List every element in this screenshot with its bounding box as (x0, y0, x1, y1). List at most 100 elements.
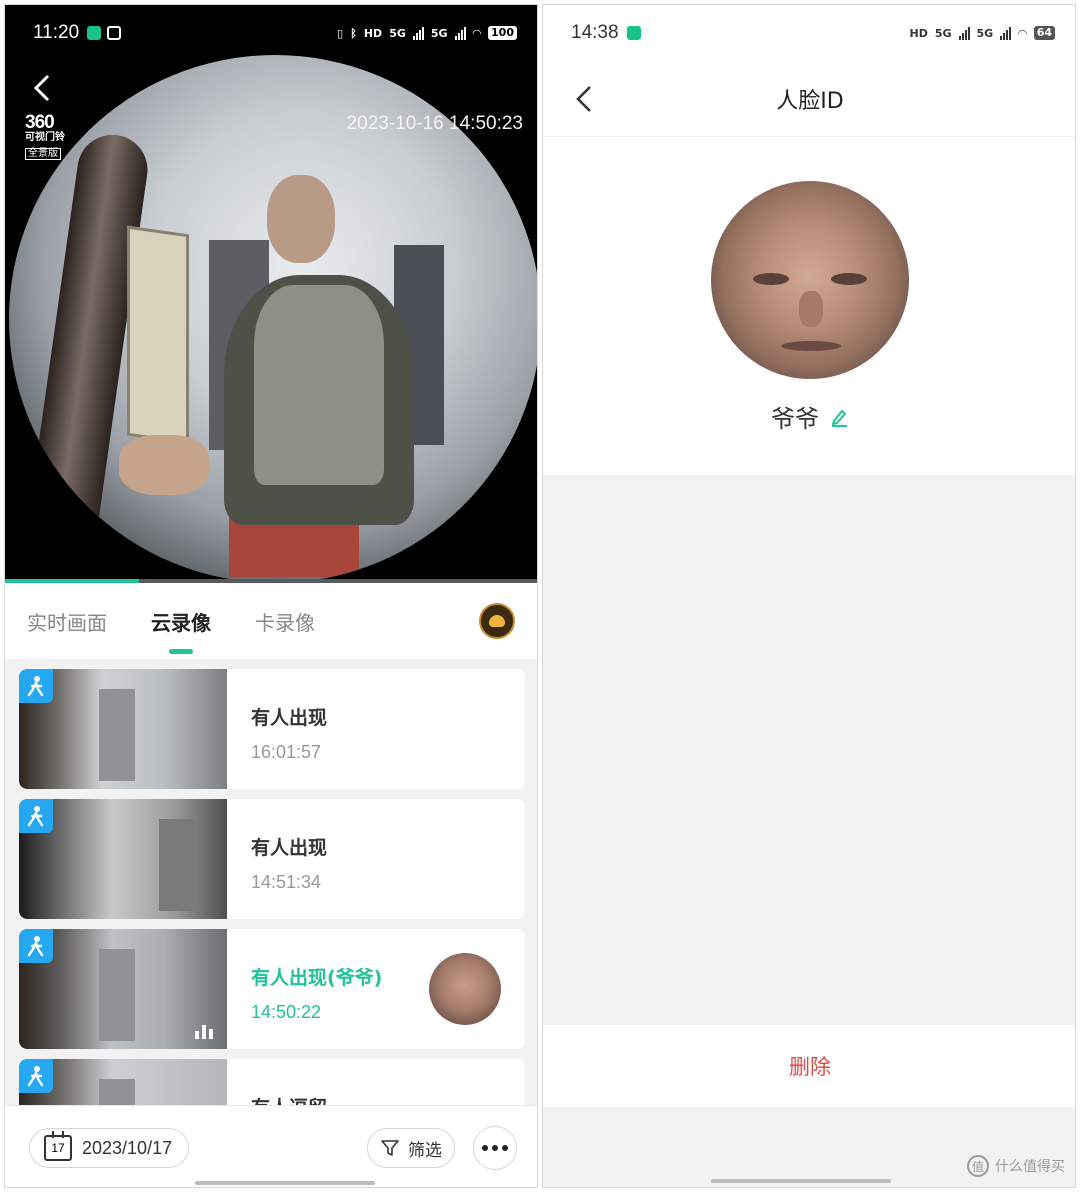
thumbnail-door (159, 819, 195, 911)
hd-label: HD (909, 26, 928, 40)
event-thumbnail (19, 1059, 227, 1105)
event-thumbnail (19, 799, 227, 919)
person-hand (119, 435, 209, 495)
watermark: 值 什么值得买 (967, 1155, 1065, 1177)
face-name: 爷爷 (771, 405, 819, 433)
status-time: 14:38 (571, 22, 619, 43)
event-title: 有人出现 (251, 707, 328, 729)
event-card[interactable]: 有人出现 16:01:57 (19, 669, 525, 789)
left-door (127, 225, 189, 445)
more-options-button[interactable] (473, 1126, 517, 1170)
thumbnail-door (99, 1079, 135, 1105)
calendar-icon: 17 (44, 1131, 72, 1161)
thumbnail-door (99, 689, 135, 781)
status-icons: ▯ ᛒ HD 5G 5G ◠ 100 (337, 26, 517, 40)
event-card[interactable]: 有人逗留 (19, 1059, 525, 1105)
status-icons: HD 5G 5G ◠ 64 (909, 26, 1055, 40)
event-time: 16:01:57 (251, 742, 322, 762)
face-profile-section: 14:38 HD 5G 5G ◠ 64 人脸ID 爷爷 (543, 5, 1075, 475)
person-motion-icon (19, 1059, 53, 1093)
tab-cloud-recording[interactable]: 云录像 (151, 607, 211, 654)
audio-bars-icon (195, 1025, 213, 1039)
chevron-left-icon (576, 86, 591, 112)
event-list[interactable]: 有人出现 16:01:57 有人出现 14:51:34 有人出现(爷爷) 14:… (5, 659, 537, 1105)
person-motion-icon (19, 929, 53, 963)
more-dot-icon (492, 1145, 498, 1151)
signal-1-icon (412, 26, 424, 40)
video-player[interactable]: 11:20 ▯ ᛒ HD 5G 5G ◠ 100 360 可视门铃 全景版 20… (5, 5, 537, 583)
person-motion-icon (19, 669, 53, 703)
filter-label: 筛选 (408, 1140, 442, 1161)
signal-2-icon (1000, 26, 1012, 40)
back-button[interactable] (27, 71, 57, 105)
person-head (267, 175, 335, 263)
door-mat (229, 517, 359, 577)
status-time: 11:20 (33, 22, 80, 43)
event-title: 有人逗留 (251, 1093, 327, 1105)
wifi-icon: ◠ (1018, 26, 1027, 40)
bottom-toolbar: 17 2023/10/17 筛选 (5, 1105, 537, 1187)
status-bar: 11:20 ▯ ᛒ HD 5G 5G ◠ 100 (5, 5, 537, 61)
wifi-icon: ◠ (472, 26, 482, 40)
status-bar: 14:38 HD 5G 5G ◠ 64 (543, 5, 1075, 61)
face-name-row: 爷爷 (543, 399, 1075, 434)
event-title: 有人出现(爷爷) (251, 967, 383, 989)
logo-number: 360 (25, 112, 55, 133)
watermark-text: 什么值得买 (995, 1159, 1065, 1175)
battery-icon: 100 (488, 26, 517, 40)
filter-button[interactable]: 筛选 (367, 1128, 455, 1168)
left-phone-screen: 11:20 ▯ ᛒ HD 5G 5G ◠ 100 360 可视门铃 全景版 20… (4, 4, 538, 1188)
event-thumbnail (19, 669, 227, 789)
vibrate-icon: ▯ (337, 26, 344, 40)
logo-tag: 全景版 (25, 148, 61, 160)
home-indicator[interactable] (711, 1179, 891, 1183)
event-card[interactable]: 有人出现 14:51:34 (19, 799, 525, 919)
event-time: 14:50:22 (251, 1002, 322, 1022)
app-notification-icon (87, 26, 102, 40)
hd-label: HD (363, 26, 383, 40)
bluetooth-icon: ᛒ (350, 26, 357, 40)
signal-1-label: 5G (389, 26, 406, 40)
logo-subtitle: 可视门铃 (25, 132, 65, 143)
edit-pencil-icon[interactable] (829, 407, 849, 427)
page-header: 人脸ID (543, 61, 1075, 137)
signal-2-label: 5G (976, 26, 994, 40)
event-thumbnail (19, 929, 227, 1049)
thumbnail-door (99, 949, 135, 1041)
event-card-highlighted[interactable]: 有人出现(爷爷) 14:50:22 (19, 929, 525, 1049)
back-button[interactable] (569, 79, 599, 119)
face-eye-left (753, 273, 789, 285)
signal-2-label: 5G (430, 26, 448, 40)
app-notification-icon (626, 26, 641, 40)
face-photo (711, 181, 909, 379)
face-eye-right (831, 273, 867, 285)
face-mouth (781, 341, 841, 351)
signal-1-label: 5G (934, 26, 952, 40)
message-notification-icon (107, 26, 122, 40)
brand-logo: 360 可视门铃 全景版 (25, 113, 77, 160)
tab-live-view[interactable]: 实时画面 (27, 607, 107, 636)
video-timestamp: 2023-10-16 14:50:23 (346, 113, 523, 134)
filter-icon (381, 1140, 399, 1156)
delete-button[interactable]: 删除 (543, 1025, 1075, 1107)
page-title: 人脸ID (776, 88, 844, 114)
delete-label: 删除 (789, 1055, 831, 1079)
watermark-logo: 值 (967, 1155, 989, 1177)
tab-card-recording[interactable]: 卡录像 (255, 607, 315, 636)
more-dot-icon (482, 1145, 488, 1151)
signal-2-icon (454, 26, 466, 40)
tab-bar: 实时画面 云录像 卡录像 (5, 583, 537, 659)
more-dot-icon (502, 1145, 508, 1151)
right-phone-screen: 14:38 HD 5G 5G ◠ 64 人脸ID 爷爷 删除 值 什么值得买 (542, 4, 1076, 1188)
event-info: 有人逗留 (227, 1059, 327, 1105)
event-info: 有人出现 16:01:57 (227, 669, 327, 789)
person-vest (254, 285, 384, 485)
event-title: 有人出现 (251, 837, 328, 859)
home-indicator[interactable] (195, 1181, 375, 1185)
event-info: 有人出现 14:51:34 (227, 799, 327, 919)
cloud-service-button[interactable] (479, 603, 515, 639)
chevron-left-icon (33, 74, 50, 102)
event-time: 14:51:34 (251, 872, 322, 892)
date-picker-button[interactable]: 17 2023/10/17 (29, 1128, 190, 1168)
person-motion-icon (19, 799, 53, 833)
